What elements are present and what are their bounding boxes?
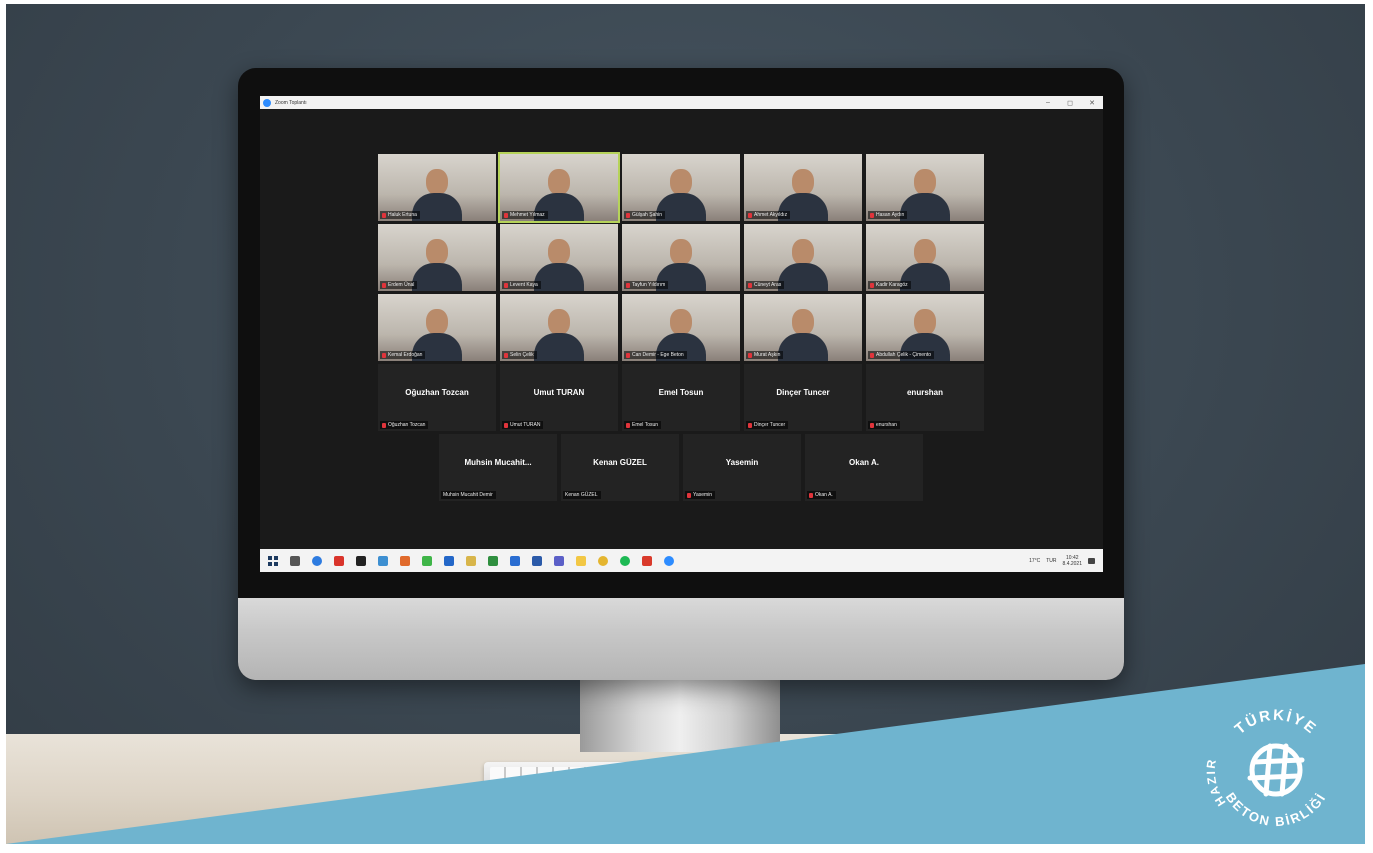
thbb-logo-icon: TÜRKİYE BETON BİRLİĞİ HAZIR	[1204, 707, 1327, 830]
brand-banner	[6, 664, 1365, 844]
logo-text-top: TÜRKİYE	[1232, 707, 1319, 738]
banner-shape	[6, 664, 1365, 844]
svg-text:HAZIR: HAZIR	[1204, 757, 1229, 809]
svg-text:TÜRKİYE: TÜRKİYE	[1232, 707, 1321, 738]
photo-scene: Zoom Toplantı – ◻ ✕ Haluk Ertuna Mehmet Y…	[6, 4, 1365, 844]
logo-text-left: HAZIR	[1204, 757, 1227, 809]
